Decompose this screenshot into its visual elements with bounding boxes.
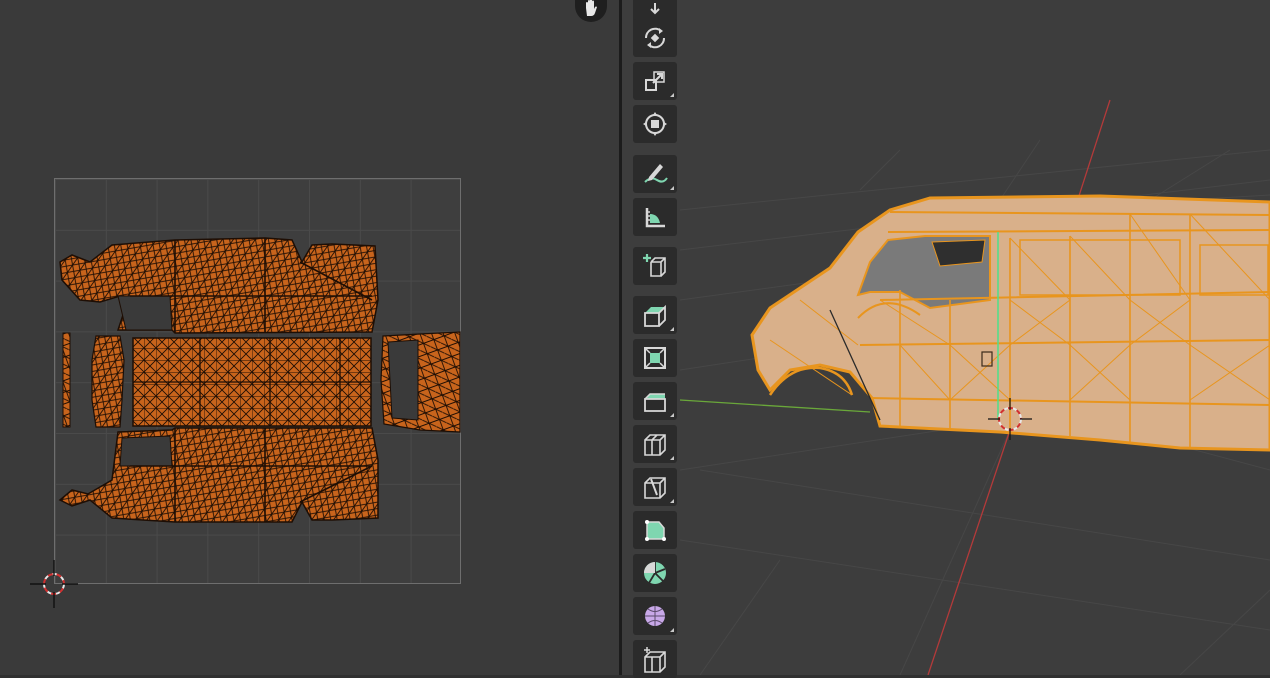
tool-scale[interactable] — [633, 62, 677, 100]
add-cube-icon — [643, 254, 666, 277]
van-mesh[interactable] — [750, 194, 1270, 452]
tool-smooth[interactable] — [633, 597, 677, 635]
transform-icon — [643, 112, 667, 136]
measure-icon — [645, 208, 665, 228]
tool-extrude[interactable] — [633, 296, 677, 334]
tool-transform[interactable] — [633, 105, 677, 143]
2d-cursor-icon — [30, 560, 78, 608]
extrude-region-icon — [644, 304, 666, 327]
spin-icon — [644, 562, 666, 584]
uv-islands[interactable] — [0, 0, 620, 675]
move-icon — [650, 3, 660, 15]
tool-rotate[interactable] — [633, 19, 677, 57]
inset-faces-icon — [644, 347, 666, 369]
toolbar — [631, 0, 681, 678]
knife-icon — [644, 477, 666, 499]
tool-add-cube[interactable] — [633, 247, 677, 285]
tool-measure[interactable] — [633, 198, 677, 236]
uv-island-side-top — [59, 237, 379, 334]
smooth-icon — [645, 606, 665, 626]
3d-viewport-panel[interactable] — [622, 0, 1270, 675]
tool-loop-cut[interactable] — [633, 425, 677, 463]
uv-island-side-bottom — [58, 427, 379, 523]
tool-bevel[interactable] — [633, 382, 677, 420]
tool-shear[interactable] — [633, 640, 677, 678]
scale-icon — [645, 71, 665, 91]
uv-island-strip — [62, 332, 71, 428]
tool-poly-build[interactable] — [633, 511, 677, 549]
tool-annotate[interactable] — [633, 155, 677, 193]
tool-spin[interactable] — [633, 554, 677, 592]
tool-knife[interactable] — [633, 468, 677, 506]
tool-inset[interactable] — [633, 339, 677, 377]
uv-editor-panel[interactable] — [0, 0, 620, 675]
annotate-icon — [644, 164, 668, 183]
viewport-scene — [679, 99, 1270, 675]
uv-island-rear — [91, 335, 125, 428]
loop-cut-icon — [644, 434, 666, 456]
shear-icon — [644, 647, 666, 673]
rotate-icon — [644, 27, 666, 49]
bevel-icon — [644, 393, 666, 412]
poly-build-icon — [645, 520, 666, 541]
